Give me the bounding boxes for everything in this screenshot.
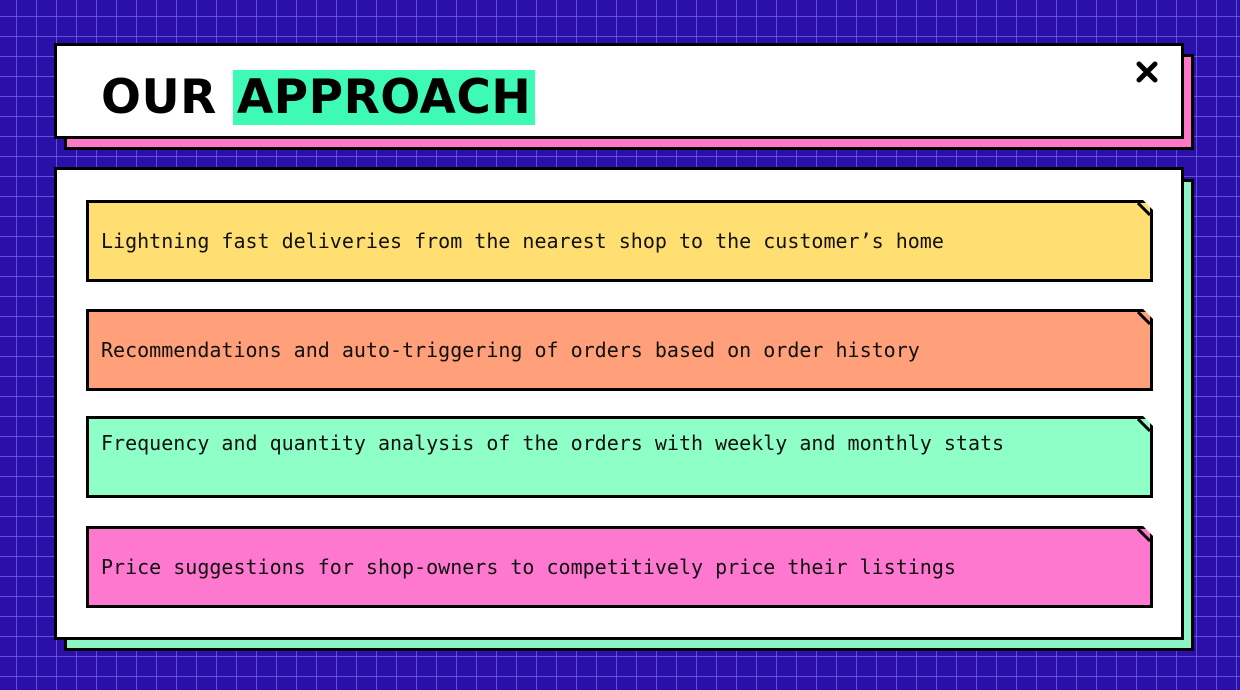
card-corner-fold [1137,311,1151,325]
page-title: OUR APPROACH [101,68,536,126]
approach-item-price-suggestions: Price suggestions for shop-owners to com… [86,526,1153,608]
approach-item-analysis: Frequency and quantity analysis of the o… [86,416,1153,498]
title-word-our: OUR [101,69,217,125]
card-corner-fold [1137,418,1151,432]
card-corner-fold [1137,528,1151,542]
content-panel: Lightning fast deliveries from the neare… [54,167,1184,640]
approach-item-text: Frequency and quantity analysis of the o… [101,431,1005,455]
title-word-approach: APPROACH [232,69,536,125]
close-icon[interactable] [1135,60,1159,84]
title-panel: OUR APPROACH [54,43,1184,139]
approach-item-text: Recommendations and auto-triggering of o… [101,338,920,362]
approach-item-text: Price suggestions for shop-owners to com… [101,555,956,579]
approach-item-text: Lightning fast deliveries from the neare… [101,229,944,253]
approach-item-recommendations: Recommendations and auto-triggering of o… [86,309,1153,391]
approach-item-deliveries: Lightning fast deliveries from the neare… [86,200,1153,282]
card-corner-fold [1137,202,1151,216]
